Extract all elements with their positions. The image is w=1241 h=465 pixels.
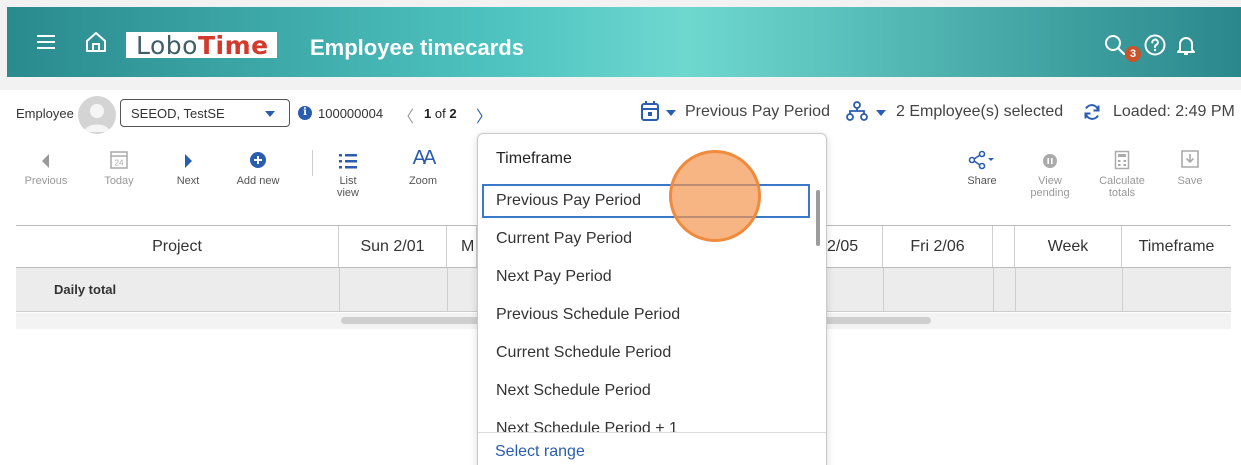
column-header-sun[interactable]: Sun 2/01 (339, 226, 447, 267)
page-total: 2 (449, 106, 457, 121)
page-title: Employee timecards (310, 35, 524, 60)
timeframe-option-previous-schedule-period[interactable]: Previous Schedule Period (482, 298, 810, 332)
daily-total-divider (883, 268, 884, 311)
info-icon[interactable]: i (298, 106, 312, 120)
zoom-button[interactable]: AA Zoom (403, 146, 443, 187)
add-circle-icon (250, 152, 266, 168)
daily-total-label: Daily total (54, 282, 117, 297)
view-pending-label-2: pending (1030, 187, 1070, 199)
today-label: Today (104, 175, 134, 187)
column-header-spacer (993, 226, 1015, 267)
employee-label: Employee (16, 106, 74, 121)
page-of: of (434, 106, 446, 121)
menu-icon[interactable] (37, 35, 55, 49)
dropdown-footer: Select range (478, 432, 826, 465)
column-header-timeframe[interactable]: Timeframe (1122, 226, 1231, 267)
header-bar: Lobo Time Employee timecards 3 (7, 7, 1241, 77)
employees-chevron-down-icon[interactable] (876, 110, 886, 116)
employees-hierarchy-icon[interactable] (846, 100, 868, 122)
column-header-mon[interactable]: M (447, 226, 477, 267)
zoom-text-size-icon: AA (412, 147, 437, 169)
view-pending-label-1: View (1038, 175, 1062, 187)
logo-text-lobo: Lobo (136, 30, 198, 60)
employee-id: 100000004 (318, 106, 384, 121)
next-employee-icon[interactable]: 〉 (476, 103, 492, 127)
timeframe-option-current-schedule-period[interactable]: Current Schedule Period (482, 336, 810, 370)
pause-circle-icon (1043, 154, 1057, 168)
employee-select-value: SEEOD, TestSE (131, 106, 225, 121)
calendar-today-icon: 24 (110, 151, 128, 169)
calculator-icon (1114, 150, 1130, 170)
timeframe-option-previous-pay-period[interactable]: Previous Pay Period (482, 184, 810, 218)
daily-total-divider (993, 268, 994, 311)
previous-button[interactable]: Previous (20, 146, 72, 187)
save-label: Save (1177, 175, 1203, 187)
employee-select[interactable]: SEEOD, TestSE (120, 99, 290, 127)
notification-badge: 3 (1125, 46, 1141, 62)
timeframe-chevron-down-icon[interactable] (666, 110, 676, 116)
chevron-down-icon (265, 111, 275, 117)
next-label: Next (176, 175, 200, 187)
refresh-icon[interactable] (1082, 102, 1102, 122)
home-icon[interactable] (83, 29, 109, 55)
list-icon (339, 154, 357, 169)
page-current: 1 (424, 106, 432, 121)
daily-total-divider (1122, 268, 1123, 311)
previous-label: Previous (24, 175, 68, 187)
logo-text-time: Time (197, 30, 269, 60)
timeframe-option-next-schedule-period[interactable]: Next Schedule Period (482, 374, 810, 408)
previous-arrow-icon (42, 154, 49, 168)
next-arrow-icon (185, 154, 192, 168)
calculate-totals-label-1: Calculate (1099, 175, 1145, 187)
daily-total-divider (339, 268, 340, 311)
bell-icon[interactable] (1174, 33, 1198, 57)
loaded-time: Loaded: 2:49 PM (1113, 103, 1235, 120)
app-header: Lobo Time Employee timecards 3 (0, 0, 1241, 90)
timeframe-option-next-schedule-period-plus-1[interactable]: Next Schedule Period + 1 (482, 412, 810, 432)
timeframe-option-current-pay-period[interactable]: Current Pay Period (482, 222, 810, 256)
share-icon (968, 150, 994, 170)
next-button[interactable]: Next (165, 146, 211, 187)
dropdown-scrollbar[interactable] (816, 190, 820, 246)
search-icon[interactable] (1103, 33, 1127, 57)
share-label: Share (967, 175, 997, 187)
avatar (78, 96, 116, 134)
add-new-button[interactable]: Add new (232, 146, 284, 187)
column-header-week[interactable]: Week (1015, 226, 1122, 267)
timeframe-options-list[interactable]: Previous Pay Period Current Pay Period N… (478, 182, 814, 432)
svg-text:24: 24 (115, 159, 124, 168)
save-icon (1181, 150, 1199, 168)
add-new-label: Add new (236, 175, 280, 187)
today-button[interactable]: 24 Today (96, 146, 142, 187)
save-button[interactable]: Save (1170, 146, 1210, 187)
timeframe-dropdown: Timeframe Previous Pay Period Current Pa… (477, 133, 827, 465)
employee-page-count: 1 of 2 (424, 106, 457, 121)
calculate-totals-button[interactable]: Calculate totals (1094, 146, 1150, 199)
calendar-icon[interactable] (640, 100, 660, 122)
daily-total-divider (447, 268, 448, 311)
timeframe-dropdown-title: Timeframe (496, 150, 572, 167)
click-indicator (669, 150, 761, 242)
column-header-project[interactable]: Project (16, 226, 339, 267)
column-header-fri[interactable]: Fri 2/06 (883, 226, 993, 267)
help-icon[interactable] (1143, 33, 1167, 57)
list-view-button[interactable]: List view (328, 146, 368, 199)
share-button[interactable]: Share (962, 146, 1002, 187)
list-view-label: List view (336, 175, 359, 199)
calculate-totals-label-2: totals (1108, 187, 1136, 199)
timeframe-value[interactable]: Previous Pay Period (685, 103, 830, 121)
employees-selected[interactable]: 2 Employee(s) selected (896, 103, 1063, 121)
toolbar-divider (312, 150, 313, 176)
timeframe-option-next-pay-period[interactable]: Next Pay Period (482, 260, 810, 294)
zoom-label: Zoom (408, 175, 438, 187)
view-pending-button[interactable]: View pending (1028, 146, 1072, 199)
previous-employee-icon[interactable]: 〈 (398, 103, 414, 127)
app-logo[interactable]: Lobo Time (126, 30, 277, 60)
daily-total-divider (1015, 268, 1016, 311)
select-range-link[interactable]: Select range (495, 443, 585, 461)
